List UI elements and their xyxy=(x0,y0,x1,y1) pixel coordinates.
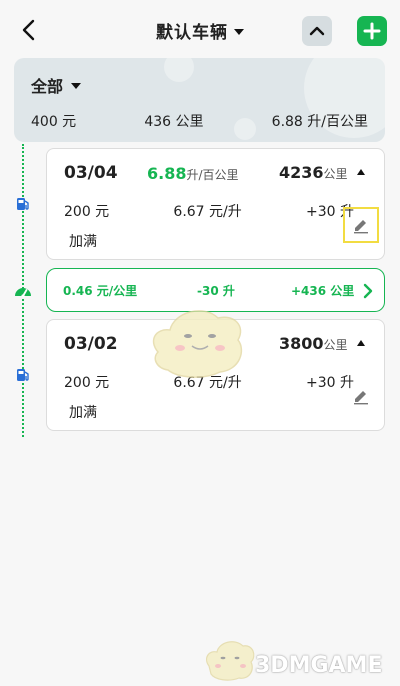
chevron-up-icon xyxy=(309,26,325,36)
odometer-unit: 公里 xyxy=(323,338,348,352)
summary-stats: 400 元 436 公里 6.88 升/百公里 xyxy=(31,111,368,131)
fuel-pump-icon xyxy=(15,367,31,383)
record-fill-status: 加满 xyxy=(69,234,97,250)
record-unit-price: 6.67 元/升 xyxy=(173,204,242,220)
record-date: 03/02 xyxy=(64,334,118,354)
chevron-right-icon xyxy=(363,283,373,299)
vehicle-selector[interactable]: 默认车辆 xyxy=(0,18,400,43)
record-date: 03/04 xyxy=(64,163,118,183)
total-cost: 400 元 xyxy=(31,114,77,130)
caret-down-icon xyxy=(71,82,82,89)
record-details: 200 元 6.67 元/升 +30 升 xyxy=(64,201,354,221)
consumption-unit: 升/百公里 xyxy=(186,168,239,182)
mascot-watermark-image xyxy=(152,310,243,378)
filter-dropdown[interactable]: 全部 xyxy=(31,73,82,97)
fuel-delta: -30 升 xyxy=(197,284,235,298)
speedometer-icon xyxy=(14,282,32,300)
mascot-watermark-image xyxy=(205,641,255,681)
cost-per-km: 0.46 元/公里 xyxy=(63,284,138,298)
record-cost: 200 元 xyxy=(64,375,110,391)
caret-down-icon xyxy=(234,28,244,35)
avg-consumption: 6.88 升/百公里 xyxy=(271,114,368,130)
summary-card: 全部 400 元 436 公里 6.88 升/百公里 xyxy=(14,58,385,142)
plus-icon xyxy=(363,22,381,40)
top-bar: 默认车辆 xyxy=(0,0,400,58)
odometer-unit: 公里 xyxy=(323,167,348,181)
record-fill-status: 加满 xyxy=(69,405,97,421)
record-odometer: 3800公里 xyxy=(279,334,348,353)
record-consumption: 6.88升/百公里 xyxy=(147,164,239,183)
site-watermark: 3DMGAME xyxy=(255,653,383,678)
add-record-button[interactable] xyxy=(357,16,387,46)
edit-record-button[interactable] xyxy=(343,207,379,243)
page-title: 默认车辆 xyxy=(156,23,228,43)
edit-record-button[interactable] xyxy=(343,378,379,414)
record-cost: 200 元 xyxy=(64,204,110,220)
record-odometer: 4236公里 xyxy=(279,163,348,182)
total-distance: 436 公里 xyxy=(144,114,204,130)
collapse-toggle-icon[interactable] xyxy=(357,340,365,346)
edit-pencil-icon xyxy=(354,220,368,234)
edit-pencil-icon xyxy=(354,391,368,405)
fuel-pump-icon xyxy=(15,196,31,212)
collapse-button[interactable] xyxy=(302,16,332,46)
fuel-record-card[interactable]: 03/04 6.88升/百公里 4236公里 200 元 6.67 元/升 +3… xyxy=(46,148,385,260)
filter-label: 全部 xyxy=(31,77,64,96)
distance-delta: +436 公里 xyxy=(291,284,355,298)
collapse-toggle-icon[interactable] xyxy=(357,169,365,175)
decorative-bubble xyxy=(164,58,194,82)
